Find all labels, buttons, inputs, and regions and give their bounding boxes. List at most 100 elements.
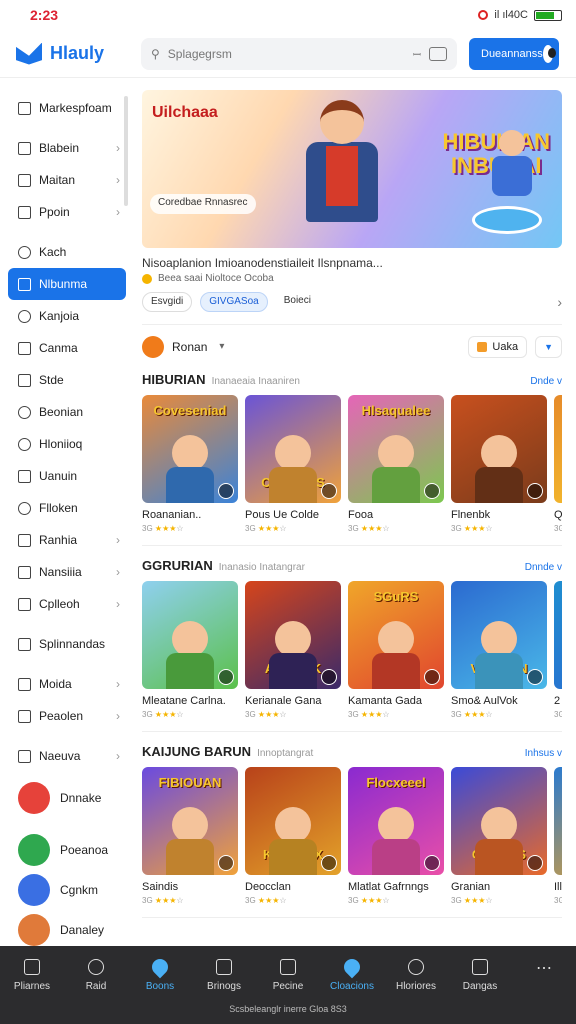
- sidebar-item[interactable]: Cplleoh ›: [8, 588, 126, 620]
- bottom-tab[interactable]: Dangas: [448, 946, 512, 1004]
- account-button[interactable]: Dueannanss: [469, 37, 559, 70]
- game-card[interactable]: CUADALS Pous Ue Colde 3G ★★★☆: [245, 395, 341, 533]
- sidebar-item[interactable]: Nansiiia ›: [8, 556, 126, 588]
- bottom-nav: Pliarnes Raid Boons Brinogs Pecine Cloacions H…: [0, 946, 576, 1024]
- game-thumbnail: Coveseniad: [142, 395, 238, 503]
- sidebar-item[interactable]: Naeuva ›: [8, 740, 126, 772]
- section-more-link[interactable]: Dnde v: [530, 376, 562, 387]
- game-card[interactable]: FIBIOUAN Saindis 3G ★★★☆: [142, 767, 238, 905]
- sidebar-app[interactable]: Danaley: [8, 910, 126, 950]
- banner-hero-illustration: [282, 100, 402, 248]
- character-body: [166, 653, 214, 689]
- star-icons: ★★★: [257, 896, 280, 905]
- sidebar-item[interactable]: Splinnandas: [8, 628, 126, 660]
- sidebar-app[interactable]: Cgnkm: [8, 870, 126, 910]
- sidebar-app[interactable]: Dnnake: [8, 778, 126, 818]
- sidebar-item[interactable]: Uanuin: [8, 460, 126, 492]
- sidebar-item[interactable]: Hloniioq: [8, 428, 126, 460]
- game-thumbnail: CUADALS: [245, 395, 341, 503]
- sidebar-item[interactable]: Canma: [8, 332, 126, 364]
- featured-banner[interactable]: Uilchaaa HIBUKIAN INBUSAI Coredbae Rnnas…: [142, 90, 562, 248]
- bottom-tab[interactable]: Raid: [64, 946, 128, 1004]
- section-more-link[interactable]: Dnnde v: [525, 562, 562, 573]
- badge-icon: [321, 483, 337, 499]
- game-card[interactable]: Ill 3G ★★★☆: [554, 767, 562, 905]
- sidebar-app[interactable]: Poeanoa: [8, 830, 126, 870]
- sidebar-item[interactable]: Flloken: [8, 492, 126, 524]
- app-name: Hlauly: [50, 43, 105, 63]
- filter-button[interactable]: Uaka: [468, 335, 528, 358]
- character-figure: [275, 621, 311, 657]
- game-thumbnail: [554, 767, 562, 875]
- tag-chip[interactable]: Esvgidi: [142, 292, 193, 312]
- chevron-down-icon[interactable]: ▾: [219, 341, 224, 352]
- sidebar-item[interactable]: Blabein ›: [8, 132, 126, 164]
- sidebar-item-icon: [18, 245, 31, 259]
- filter-bar: Ronan ▾ Uaka ▼: [142, 324, 562, 360]
- rating-value: 3G: [451, 710, 462, 719]
- game-card[interactable]: VIIURIAN Smo& AulVok 3G ★★★☆: [451, 581, 547, 719]
- game-card[interactable]: Flnenbk 3G ★★★☆: [451, 395, 547, 533]
- game-card[interactable]: Mleatane Carlna. 3G ★★★☆: [142, 581, 238, 719]
- chevron-right-icon[interactable]: ›: [557, 294, 562, 310]
- bottom-tab[interactable]: Cloacions: [320, 946, 384, 1004]
- game-card[interactable]: Coveseniad Roananian.. 3G ★★★☆: [142, 395, 238, 533]
- sidebar-app-label: Danaley: [60, 923, 105, 937]
- tag-chip[interactable]: Boieci: [276, 292, 319, 312]
- section-more-link[interactable]: Inhsus v: [525, 748, 562, 759]
- sidebar-scrollbar[interactable]: [124, 96, 128, 206]
- game-rating: 3G ★★★☆: [554, 896, 562, 905]
- game-card[interactable]: Q 3G ★★★☆: [554, 395, 562, 533]
- sidebar-item[interactable]: Nlbunma: [8, 268, 126, 300]
- coin-icon: [142, 273, 152, 284]
- game-card[interactable]: KOIBRAX Deocclan 3G ★★★☆: [245, 767, 341, 905]
- thumbnail-title: FIBIOUAN: [158, 775, 222, 790]
- app-logo[interactable]: Hlauly: [16, 42, 141, 65]
- bottom-tab[interactable]: Boons: [128, 946, 192, 1004]
- tab-icon: [340, 955, 364, 978]
- section-header: GGRURIAN Inanasio Inatangrar Dnnde v: [142, 558, 562, 573]
- sidebar-item[interactable]: Markespfoam: [8, 92, 126, 124]
- mic-icon[interactable]: ꟷ: [413, 47, 421, 61]
- sidebar-item[interactable]: Stde: [8, 364, 126, 396]
- top-bar: Hlauly ⚲ Splagegrsm ꟷ Dueannanss: [0, 30, 576, 78]
- sidebar-item[interactable]: Peaolen ›: [8, 700, 126, 732]
- game-rating: 3G ★★★☆: [451, 896, 493, 905]
- tag-chip-selected[interactable]: GIVGASoa: [200, 292, 268, 312]
- sidebar-item[interactable]: Ranhia ›: [8, 524, 126, 556]
- bottom-tab[interactable]: Hloriores: [384, 946, 448, 1004]
- sidebar-item[interactable]: Maitan ›: [8, 164, 126, 196]
- banner-chip[interactable]: Coredbae Rnnasrec: [150, 194, 256, 214]
- game-name: Mleatane Carlna.: [142, 695, 226, 707]
- chevron-right-icon: ›: [116, 205, 120, 219]
- sidebar-item[interactable]: Kach: [8, 236, 126, 268]
- game-card[interactable]: 2 3G ★★★☆: [554, 581, 562, 719]
- game-card[interactable]: ADBUAK Kerianale Gana 3G ★★★☆: [245, 581, 341, 719]
- section-divider: [142, 545, 562, 546]
- badge-icon: [424, 855, 440, 871]
- sort-button[interactable]: ▼: [535, 335, 562, 358]
- badge-icon: [527, 483, 543, 499]
- search-bar[interactable]: ⚲ Splagegrsm ꟷ: [141, 37, 457, 70]
- game-card[interactable]: Flocxeeel Mlatlat Gafrnngs 3G ★★★☆: [348, 767, 444, 905]
- sidebar-item[interactable]: Ppoin ›: [8, 196, 126, 228]
- sidebar-item[interactable]: Kanjoia: [8, 300, 126, 332]
- game-card[interactable]: Hlsaqualee Fooa 3G ★★★☆: [348, 395, 444, 533]
- status-icons: il ıl40C: [478, 9, 562, 21]
- image-search-icon[interactable]: [429, 46, 447, 61]
- bottom-tab[interactable]: ⋯: [512, 946, 576, 1004]
- bottom-tab[interactable]: Brinogs: [192, 946, 256, 1004]
- filter-label[interactable]: Ronan: [172, 340, 207, 354]
- bottom-tab[interactable]: Pliarnes: [0, 946, 64, 1004]
- game-card[interactable]: CANSES Granian 3G ★★★☆: [451, 767, 547, 905]
- bottom-tab[interactable]: Pecine: [256, 946, 320, 1004]
- game-card[interactable]: SGuRS Kamanta Gada 3G ★★★☆: [348, 581, 444, 719]
- section-title: HIBURIAN: [142, 372, 206, 387]
- badge-icon: [527, 855, 543, 871]
- sidebar-item[interactable]: Beonian: [8, 396, 126, 428]
- game-name: Saindis: [142, 881, 179, 893]
- game-name: 2: [554, 695, 561, 707]
- sidebar-item[interactable]: Moida ›: [8, 668, 126, 700]
- search-input[interactable]: Splagegrsm: [168, 47, 405, 61]
- chevron-right-icon: ›: [116, 677, 120, 691]
